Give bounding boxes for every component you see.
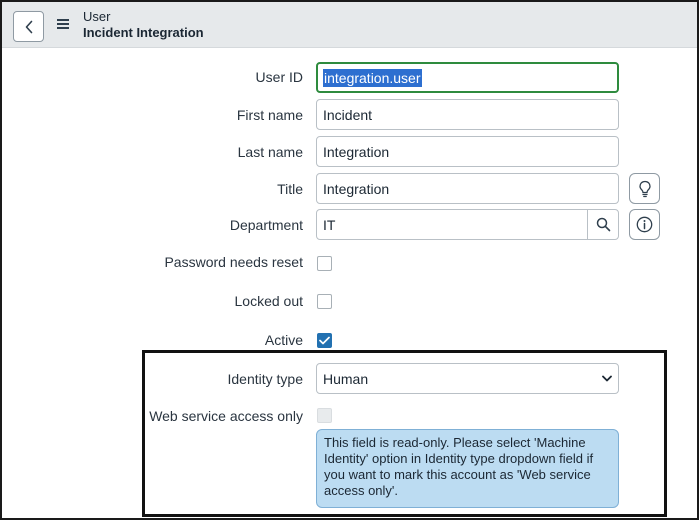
password-needs-reset-checkbox[interactable] xyxy=(317,256,332,271)
identity-type-value: Human xyxy=(323,370,369,387)
locked-out-checkbox[interactable] xyxy=(317,294,332,309)
title-input[interactable]: Integration xyxy=(316,173,619,204)
user-id-label: User ID xyxy=(255,69,303,85)
department-input[interactable]: IT xyxy=(316,209,619,240)
title-label: Title xyxy=(277,181,303,197)
user-form-window: User Incident Integration User ID integr… xyxy=(0,0,699,520)
active-checkbox[interactable] xyxy=(317,333,332,348)
password-needs-reset-label: Password needs reset xyxy=(164,254,303,270)
title-value: Integration xyxy=(323,180,390,197)
chevron-left-icon xyxy=(25,20,32,33)
department-info-button[interactable] xyxy=(629,209,660,240)
first-name-label: First name xyxy=(236,107,303,123)
lightbulb-icon xyxy=(638,180,651,197)
web-service-access-checkbox xyxy=(317,408,332,423)
first-name-input[interactable]: Incident xyxy=(316,99,619,130)
user-id-input[interactable]: integration.user xyxy=(316,62,619,93)
last-name-value: Integration xyxy=(323,143,390,160)
back-button[interactable] xyxy=(13,11,44,42)
chevron-down-icon xyxy=(602,375,612,382)
checkmark-icon xyxy=(319,336,330,345)
form-header: User Incident Integration xyxy=(2,2,697,48)
title-suggestion-button[interactable] xyxy=(629,173,660,204)
last-name-input[interactable]: Integration xyxy=(316,136,619,167)
web-service-access-label: Web service access only xyxy=(149,408,303,424)
department-lookup-button[interactable] xyxy=(587,210,618,239)
active-label: Active xyxy=(264,332,303,348)
read-only-info-message: This field is read-only. Please select '… xyxy=(316,429,619,508)
info-icon xyxy=(636,216,653,233)
user-id-value: integration.user xyxy=(323,68,422,87)
table-name: User xyxy=(83,9,111,24)
department-value: IT xyxy=(323,216,336,233)
locked-out-label: Locked out xyxy=(234,293,304,309)
first-name-value: Incident xyxy=(323,106,373,123)
hamburger-menu-icon[interactable] xyxy=(57,19,69,29)
identity-type-select[interactable]: Human xyxy=(316,363,619,394)
identity-type-label: Identity type xyxy=(227,371,304,387)
department-label: Department xyxy=(229,217,303,233)
record-name: Incident Integration xyxy=(83,25,204,40)
last-name-label: Last name xyxy=(237,144,303,160)
search-icon xyxy=(596,217,610,232)
